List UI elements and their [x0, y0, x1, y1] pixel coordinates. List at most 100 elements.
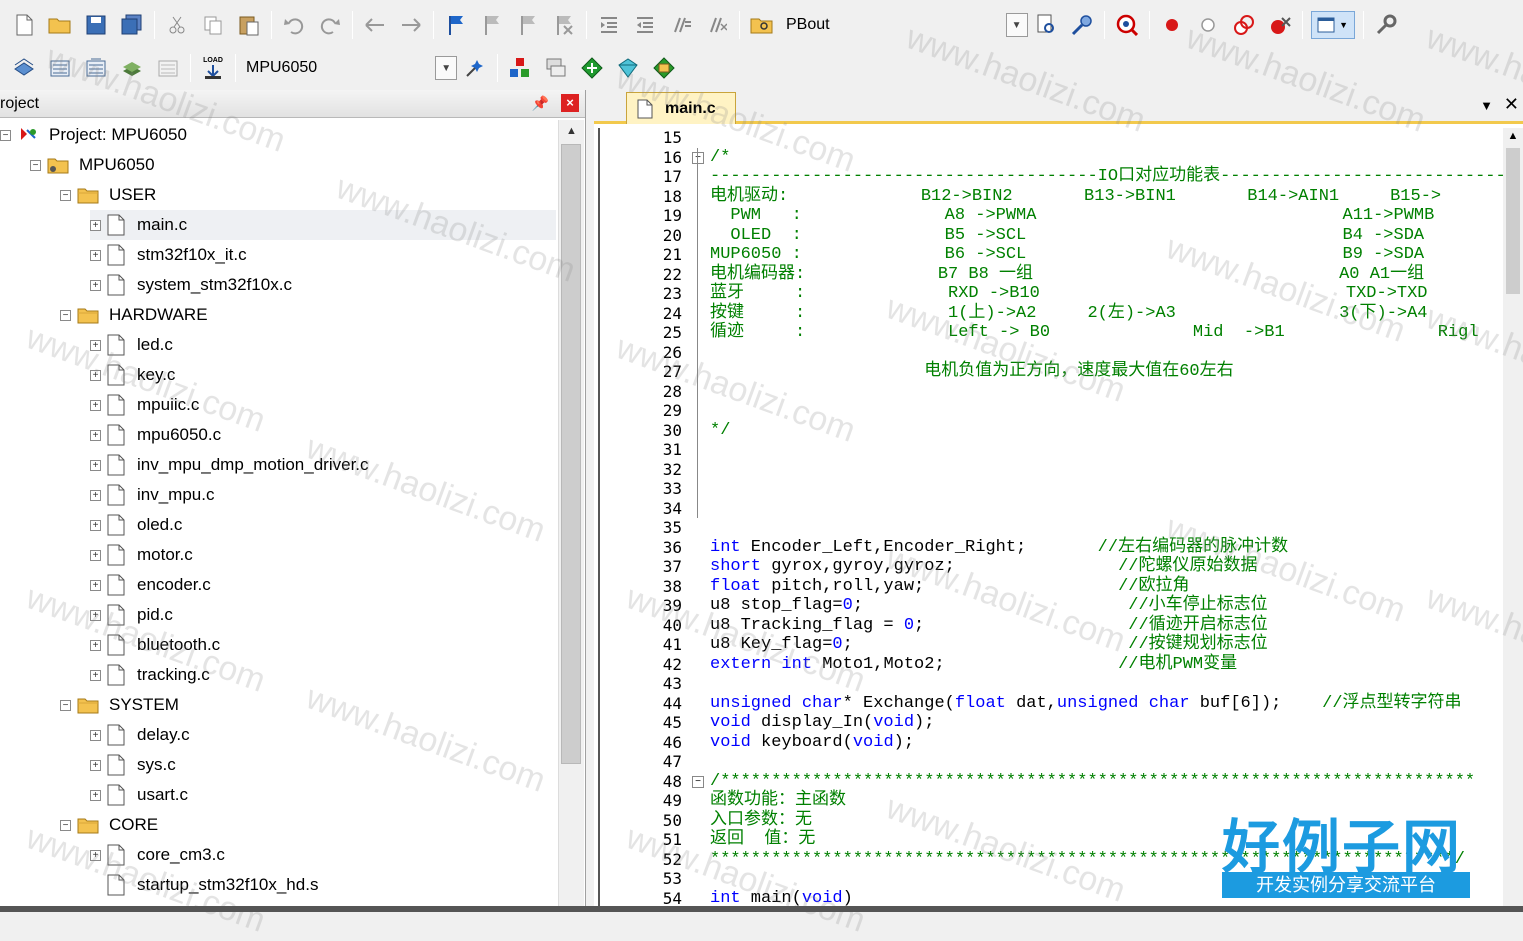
tree-file-item[interactable]: + oled.c: [90, 510, 556, 540]
code-line[interactable]: 电机负值为正方向，速度最大值在60左右: [710, 362, 1233, 382]
code-line[interactable]: 蓝牙 : RXD ->B10 TXD->TXD: [710, 284, 1428, 304]
expand-icon[interactable]: +: [90, 549, 101, 561]
tree-file-item[interactable]: + motor.c: [90, 540, 556, 570]
cut-icon[interactable]: [163, 11, 191, 39]
tree-file-item[interactable]: + inv_mpu_dmp_motion_driver.c: [90, 450, 556, 480]
code-line[interactable]: 函数功能：主函数: [710, 791, 846, 811]
nav-back-icon[interactable]: [361, 11, 389, 39]
code-line[interactable]: u8 Tracking_flag = 0; //循迹开启标志位: [710, 616, 1268, 636]
code-line[interactable]: 电机编码器: B7 B8 一组 A0 A1一组: [710, 265, 1424, 285]
batch-build-icon[interactable]: [118, 54, 146, 82]
expand-icon[interactable]: +: [90, 459, 101, 471]
window-layout-icon[interactable]: ▼: [1310, 11, 1355, 39]
expand-icon[interactable]: +: [90, 399, 101, 411]
code-line[interactable]: void keyboard(void);: [710, 733, 914, 753]
copy-icon[interactable]: [199, 11, 227, 39]
code-area[interactable]: 15 16−17 18 19 20 21 22 23 24 25 26 27 28 29 30 31 32 33 3…: [598, 128, 1503, 912]
tree-file-item[interactable]: + tracking.c: [90, 660, 556, 690]
breakpoint-icon[interactable]: [1158, 11, 1186, 39]
expand-icon[interactable]: +: [90, 789, 101, 801]
expand-icon[interactable]: +: [90, 609, 101, 621]
nav-forward-icon[interactable]: [397, 11, 425, 39]
save-all-icon[interactable]: [118, 11, 146, 39]
manage-project-items-icon[interactable]: [506, 54, 534, 82]
tree-file-item[interactable]: + mpu6050.c: [90, 420, 556, 450]
fold-toggle-icon[interactable]: −: [692, 151, 704, 164]
open-folder-icon[interactable]: [46, 11, 74, 39]
tree-file-item[interactable]: + pid.c: [90, 600, 556, 630]
comment-icon[interactable]: [667, 11, 695, 39]
tree-file-item[interactable]: + stm32f10x_it.c: [90, 240, 556, 270]
expand-icon[interactable]: +: [90, 579, 101, 591]
expand-icon[interactable]: +: [90, 729, 101, 741]
code-line[interactable]: extern int Moto1,Moto2; //电机PWM变量: [710, 655, 1237, 675]
editor-scrollbar[interactable]: ▲: [1503, 128, 1523, 912]
build-icon[interactable]: [46, 54, 74, 82]
code-line[interactable]: float pitch,roll,yaw; //欧拉角: [710, 577, 1189, 597]
target-options-icon[interactable]: [461, 54, 489, 82]
prev-bookmark-icon[interactable]: [478, 11, 506, 39]
code-line[interactable]: /***************************************…: [710, 772, 1475, 792]
save-icon[interactable]: [82, 11, 110, 39]
configure-icon[interactable]: [1372, 11, 1400, 39]
tree-file-item[interactable]: + system_stm32f10x.c: [90, 270, 556, 300]
tree-file-item[interactable]: + bluetooth.c: [90, 630, 556, 660]
code-line[interactable]: 电机驱动: B12->BIN2 B13->BIN1 B14->AIN1 B15-…: [710, 187, 1441, 207]
expand-icon[interactable]: +: [90, 369, 101, 381]
indent-icon[interactable]: [595, 11, 623, 39]
expand-icon[interactable]: +: [90, 639, 101, 651]
tree-group-item[interactable]: − SYSTEM: [60, 690, 556, 720]
close-panel-icon[interactable]: ×: [561, 94, 579, 112]
tree-file-item[interactable]: + led.c: [90, 330, 556, 360]
software-packs-icon[interactable]: [650, 54, 678, 82]
debug-session-icon[interactable]: [1113, 11, 1141, 39]
tree-file-item[interactable]: + encoder.c: [90, 570, 556, 600]
collapse-icon[interactable]: −: [60, 819, 71, 831]
stop-build-icon[interactable]: [154, 54, 182, 82]
tree-file-item[interactable]: + sys.c: [90, 750, 556, 780]
expand-icon[interactable]: +: [90, 219, 101, 231]
tree-file-item[interactable]: + usart.c: [90, 780, 556, 810]
code-line[interactable]: OLED : B5 ->SCL B4 ->SDA: [710, 226, 1424, 246]
uncomment-icon[interactable]: [703, 11, 731, 39]
code-line[interactable]: /*: [710, 148, 730, 168]
code-line[interactable]: MUP6050 : B6 ->SCL B9 ->SDA: [710, 245, 1424, 265]
code-line[interactable]: 按键 : 1(上)->A2 2(左)->A3 3(下)->A4: [710, 304, 1428, 324]
code-line[interactable]: 入口参数：无: [710, 811, 812, 831]
pack-installer-icon[interactable]: [614, 54, 642, 82]
code-line[interactable]: void display_In(void);: [710, 713, 934, 733]
paste-icon[interactable]: [235, 11, 263, 39]
tree-file-item[interactable]: + main.c: [90, 210, 556, 240]
expand-icon[interactable]: +: [90, 669, 101, 681]
tree-file-item[interactable]: + core_cm3.c: [90, 840, 556, 870]
tree-file-item[interactable]: + inv_mpu.c: [90, 480, 556, 510]
new-file-icon[interactable]: [10, 11, 38, 39]
tree-file-item[interactable]: + delay.c: [90, 720, 556, 750]
code-line[interactable]: 返回 值：无: [710, 830, 815, 850]
collapse-icon[interactable]: −: [60, 309, 71, 321]
expand-icon[interactable]: +: [90, 249, 101, 261]
disable-all-breakpoints-icon[interactable]: [1230, 11, 1258, 39]
fold-toggle-icon[interactable]: −: [692, 775, 704, 788]
code-line[interactable]: u8 stop_flag=0; //小车停止标志位: [710, 596, 1268, 616]
tab-main-c[interactable]: main.c: [626, 92, 736, 124]
target-select-dropdown[interactable]: ▼: [435, 56, 458, 80]
unindent-icon[interactable]: [631, 11, 659, 39]
find-combo-text[interactable]: PBout: [780, 16, 836, 34]
code-line[interactable]: int Encoder_Left,Encoder_Right; //左右编码器的…: [710, 538, 1288, 558]
code-line[interactable]: 循迹 : Left -> B0 Mid ->B1 Rigl: [710, 323, 1479, 343]
clear-bookmarks-icon[interactable]: [550, 11, 578, 39]
bookmark-icon[interactable]: [442, 11, 470, 39]
code-line[interactable]: unsigned char* Exchange(float dat,unsign…: [710, 694, 1462, 714]
collapse-icon[interactable]: −: [60, 699, 71, 711]
tab-list-dropdown-icon[interactable]: ▼: [1480, 98, 1493, 113]
project-tree-scrollbar[interactable]: ▲: [558, 120, 584, 912]
undo-icon[interactable]: [280, 11, 308, 39]
manage-run-time-icon[interactable]: [578, 54, 606, 82]
expand-icon[interactable]: +: [90, 849, 101, 861]
collapse-icon[interactable]: −: [60, 189, 71, 201]
tree-file-item[interactable]: startup_stm32f10x_hd.s: [90, 870, 556, 900]
code-line[interactable]: short gyrox,gyroy,gyroz; //陀螺仪原始数据: [710, 557, 1257, 577]
collapse-icon[interactable]: −: [30, 159, 41, 171]
incremental-find-icon[interactable]: [1068, 11, 1096, 39]
